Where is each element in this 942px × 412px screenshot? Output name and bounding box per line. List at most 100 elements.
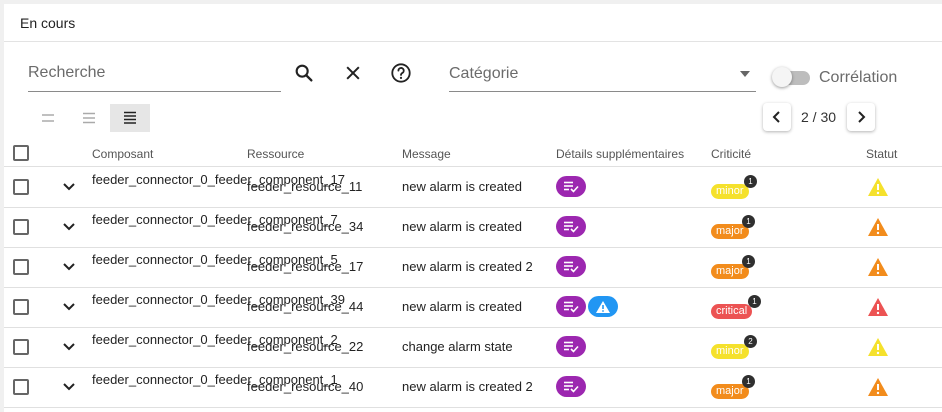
table-row[interactable]: feeder_connector_0_feeder_component_39 fe… [4, 287, 942, 328]
density-comfortable-icon [124, 111, 136, 124]
column-header-status[interactable]: Statut [866, 147, 897, 161]
cell-message: new alarm is created [402, 219, 522, 234]
column-header-message[interactable]: Message [402, 147, 451, 161]
search-icon [295, 64, 313, 82]
status-warning-icon [868, 298, 888, 316]
table-row[interactable]: feeder_connector_0_feeder_component_1 fee… [4, 367, 942, 408]
cell-resource: feeder_resource_44 [247, 299, 364, 314]
table-row[interactable]: feeder_connector_0_feeder_component_5 fee… [4, 247, 942, 288]
help-icon [391, 63, 411, 83]
search-field[interactable] [28, 62, 281, 92]
search-input[interactable] [28, 64, 281, 82]
select-all-checkbox[interactable] [13, 145, 29, 161]
correlation-toggle-knob[interactable] [772, 67, 792, 87]
list-check-icon [563, 380, 579, 394]
cell-message: change alarm state [402, 339, 513, 354]
status-warning-icon [868, 338, 888, 356]
row-checkbox[interactable] [13, 259, 29, 275]
criticity-count-badge: 1 [744, 175, 757, 188]
cell-resource: feeder_resource_34 [247, 219, 364, 234]
details-list-check-button[interactable] [556, 216, 586, 237]
category-label: Catégorie [449, 65, 519, 82]
criticity-chip[interactable]: major [711, 264, 749, 279]
cell-message: new alarm is created [402, 299, 522, 314]
details-list-check-button[interactable] [556, 336, 586, 357]
chevron-down-icon[interactable] [61, 299, 77, 315]
chevron-down-icon[interactable] [61, 339, 77, 355]
criticity-count-badge: 2 [744, 335, 757, 348]
row-checkbox[interactable] [13, 179, 29, 195]
criticity-chip[interactable]: critical [711, 304, 753, 319]
search-button[interactable] [290, 59, 318, 87]
chevron-down-icon[interactable] [61, 379, 77, 395]
cell-resource: feeder_resource_40 [247, 379, 364, 394]
table-row[interactable]: feeder_connector_0_feeder_component_17 fe… [4, 167, 942, 208]
criticity-count-badge: 1 [748, 295, 761, 308]
list-check-icon [563, 180, 579, 194]
status-warning-icon [868, 378, 888, 396]
cell-resource: feeder_resource_11 [247, 179, 363, 194]
chevron-left-icon [772, 111, 780, 123]
criticity-chip[interactable]: minor [711, 344, 749, 359]
cell-component: feeder_connector_0_feeder_component_2 [92, 332, 338, 347]
list-check-icon [563, 220, 579, 234]
status-warning-icon [868, 178, 888, 196]
list-check-icon [563, 340, 579, 354]
cell-component: feeder_connector_0_feeder_component_17 [92, 172, 345, 187]
cell-message: new alarm is created 2 [402, 259, 533, 274]
close-icon [346, 66, 360, 80]
density-medium-button[interactable] [69, 104, 109, 132]
status-warning-icon [868, 258, 888, 276]
next-page-button[interactable] [847, 103, 875, 131]
cell-component: feeder_connector_0_feeder_component_1 [92, 372, 338, 387]
previous-page-button[interactable] [763, 103, 791, 131]
density-compact-button[interactable] [28, 104, 68, 132]
clear-search-button[interactable] [339, 59, 367, 87]
criticity-chip[interactable]: minor [711, 184, 749, 199]
list-check-icon [563, 260, 579, 274]
row-checkbox[interactable] [13, 219, 29, 235]
cell-message: new alarm is created [402, 179, 522, 194]
help-button[interactable] [387, 59, 415, 87]
cell-component: feeder_connector_0_feeder_component_7 [92, 212, 338, 227]
density-comfortable-button[interactable] [110, 104, 150, 132]
cell-component: feeder_connector_0_feeder_component_5 [92, 252, 338, 267]
criticity-count-badge: 1 [742, 375, 755, 388]
details-list-check-button[interactable] [556, 256, 586, 277]
table-header: Composant Ressource Message Détails supp… [4, 140, 942, 167]
column-header-details[interactable]: Détails supplémentaires [556, 147, 684, 161]
chevron-down-icon[interactable] [61, 259, 77, 275]
criticity-chip[interactable]: major [711, 224, 749, 239]
warning-icon [595, 300, 611, 314]
status-warning-icon [868, 218, 888, 236]
table-row[interactable]: feeder_connector_0_feeder_component_7 fee… [4, 207, 942, 248]
panel-title: En cours [20, 15, 76, 31]
details-list-check-button[interactable] [556, 376, 586, 397]
panel-header: En cours [4, 4, 942, 42]
row-checkbox[interactable] [13, 379, 29, 395]
cell-component: feeder_connector_0_feeder_component_39 [92, 292, 345, 307]
chevron-down-icon[interactable] [61, 219, 77, 235]
chevron-down-icon[interactable] [61, 179, 77, 195]
criticity-count-badge: 1 [742, 215, 755, 228]
details-warning-button[interactable] [588, 296, 618, 317]
page-indicator: 2 / 30 [801, 109, 837, 125]
table-row[interactable]: feeder_connector_0_feeder_component_2 fee… [4, 327, 942, 368]
cell-resource: feeder_resource_17 [247, 259, 364, 274]
details-list-check-button[interactable] [556, 176, 586, 197]
criticity-chip[interactable]: major [711, 384, 749, 399]
criticity-count-badge: 1 [742, 255, 755, 268]
cell-message: new alarm is created 2 [402, 379, 533, 394]
dropdown-arrow-icon [740, 71, 750, 77]
chevron-right-icon [858, 111, 866, 123]
density-compact-icon [42, 114, 54, 122]
row-checkbox[interactable] [13, 299, 29, 315]
column-header-resource[interactable]: Ressource [247, 147, 304, 161]
column-header-component[interactable]: Composant [92, 147, 153, 161]
row-checkbox[interactable] [13, 339, 29, 355]
details-list-check-button[interactable] [556, 296, 586, 317]
correlation-label: Corrélation [819, 69, 898, 86]
list-check-icon [563, 300, 579, 314]
column-header-criticity[interactable]: Criticité [711, 147, 751, 161]
density-medium-icon [83, 112, 95, 124]
